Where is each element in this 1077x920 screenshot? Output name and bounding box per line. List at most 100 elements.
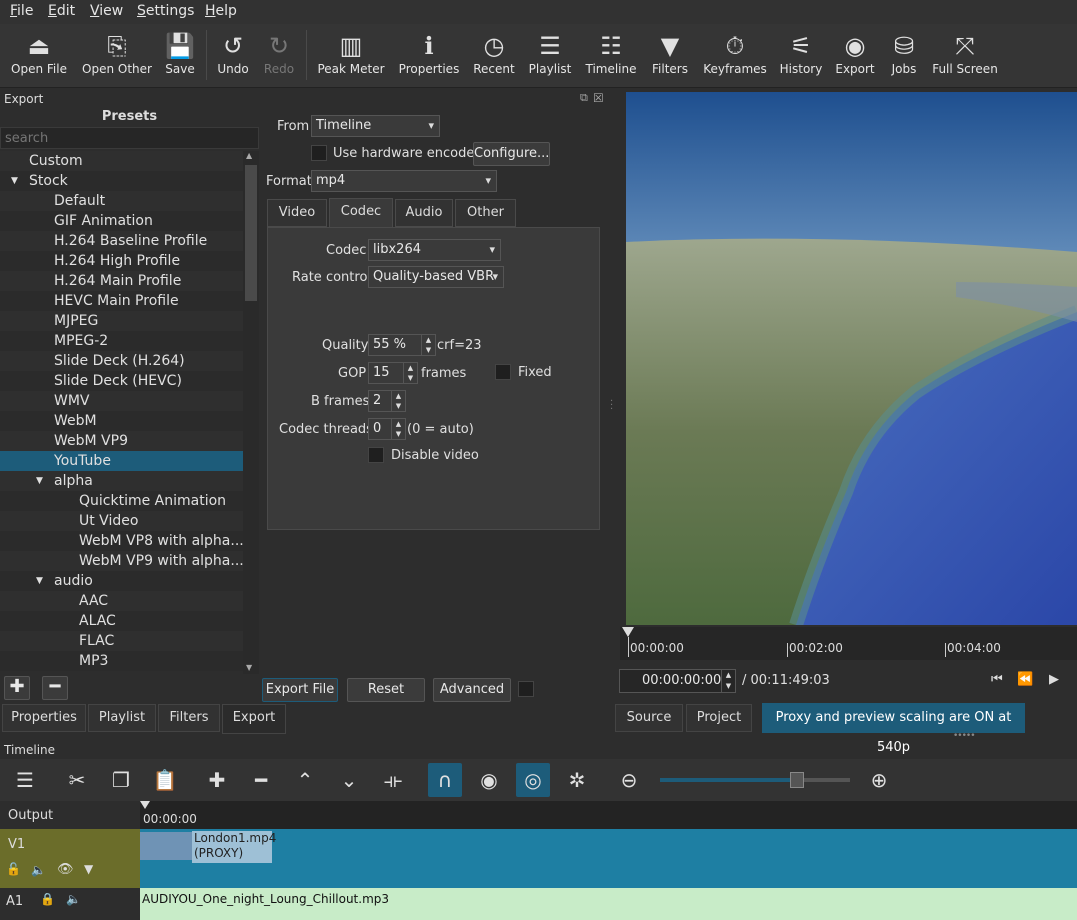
keyframes-button[interactable]: ⏱ Keyframes [700,30,770,76]
export-file-button[interactable]: Export File [262,678,338,702]
preset-item[interactable]: Ut Video [0,511,243,531]
timeline-menu-icon[interactable]: ☰ [8,763,42,797]
video-clip[interactable]: London1.mp4 (PROXY) [140,829,1077,888]
lift-icon[interactable]: ⌃ [288,763,322,797]
preset-item[interactable]: WebM VP9 with alpha... [0,551,243,571]
bframes-spinbox[interactable]: 2 ▲ ▼ [368,390,406,412]
remove-icon[interactable]: ━ [244,763,278,797]
preset-item[interactable]: Default [0,191,243,211]
format-select[interactable]: mp4 [311,170,497,192]
preset-item[interactable]: Custom [0,151,243,171]
cut-icon[interactable]: ✂ [60,763,94,797]
preset-item[interactable]: YouTube [0,451,243,471]
rewind-icon[interactable]: ⏪ [1017,672,1033,687]
preset-item[interactable]: H.264 Baseline Profile [0,231,243,251]
preset-item[interactable]: GIF Animation [0,211,243,231]
spin-arrows-icon[interactable]: ▲ ▼ [421,335,435,355]
tab-source[interactable]: Source [615,704,683,732]
zoom-slider[interactable] [660,772,850,788]
hide-eye-icon[interactable]: 👁 [57,862,74,877]
preset-item[interactable]: H.264 Main Profile [0,271,243,291]
preset-item[interactable]: WebM [0,411,243,431]
add-preset-button[interactable]: ✚ [4,676,30,700]
dock-resize-handle[interactable]: ••••• [953,731,976,741]
ripple-all-icon[interactable]: ✲ [560,763,594,797]
preset-item[interactable]: WMV [0,391,243,411]
ripple-icon[interactable]: ◎ [516,763,550,797]
preset-item[interactable]: MP3 [0,651,243,671]
preset-item[interactable]: MPEG-2 [0,331,243,351]
save-button[interactable]: 💾 Save [160,30,200,76]
zoom-slider-thumb[interactable] [789,772,804,788]
disable-video-checkbox[interactable] [368,447,384,463]
fixed-gop-checkbox[interactable] [495,364,511,380]
timeline-playhead-icon[interactable] [140,801,150,809]
mute-icon[interactable]: 🔈 [31,863,46,877]
menu-file[interactable]: File [10,3,33,19]
preset-item[interactable]: AAC [0,591,243,611]
reset-button[interactable]: Reset [347,678,425,702]
configure-button[interactable]: Configure... [473,142,550,166]
preset-item[interactable]: MJPEG [0,311,243,331]
menu-help[interactable]: Help [205,3,237,19]
spin-arrows-icon[interactable]: ▲ ▼ [391,419,405,439]
split-icon[interactable]: ⟛ [376,763,410,797]
preset-item[interactable]: Slide Deck (HEVC) [0,371,243,391]
zoom-out-icon[interactable]: ⊖ [612,763,646,797]
preset-item[interactable]: ▼ alpha [0,471,243,491]
advanced-checkbox[interactable] [518,681,534,697]
append-icon[interactable]: ✚ [200,763,234,797]
threads-spinbox[interactable]: 0 ▲ ▼ [368,418,406,440]
filter-icon[interactable]: ▼ [84,862,93,876]
tab-export[interactable]: Export [222,704,286,734]
panel-float-icon[interactable]: ⧉ [580,91,588,105]
scroll-down-icon[interactable]: ▼ [246,663,252,672]
undo-button[interactable]: ↺ Undo [214,30,252,76]
preset-item[interactable]: ALAC [0,611,243,631]
menu-edit[interactable]: Edit [48,3,75,19]
playhead-icon[interactable] [622,627,634,637]
scrub-eye-icon[interactable]: ◉ [472,763,506,797]
open-other-button[interactable]: ⎘ Open Other [80,30,154,76]
paste-icon[interactable]: 📋 [148,763,182,797]
properties-button[interactable]: ℹ Properties [396,30,462,76]
gop-spinbox[interactable]: 15 ▲ ▼ [368,362,418,384]
mute-icon[interactable]: 🔈 [66,892,81,906]
expand-arrow-icon[interactable]: ▼ [11,171,18,191]
preset-item[interactable]: ▼ audio [0,571,243,591]
preset-search-input[interactable] [0,127,259,149]
timeline-button[interactable]: ☷ Timeline [582,30,640,76]
tab-other[interactable]: Other [455,199,516,227]
redo-button[interactable]: ↻ Redo [260,30,298,76]
player-ruler[interactable]: 00:00:00 00:02:00 00:04:00 [620,627,1077,660]
tab-codec[interactable]: Codec [329,198,393,228]
spin-arrows-icon[interactable]: ▲ ▼ [403,363,417,383]
lock-icon[interactable]: 🔒 [40,892,55,906]
preset-item[interactable]: H.264 High Profile [0,251,243,271]
lock-icon[interactable]: 🔓 [6,862,21,876]
presets-tree[interactable]: Custom ▼ Stock Default GIF Animation H.264 Ba… [0,151,243,671]
preset-item[interactable]: FLAC [0,631,243,651]
preset-item[interactable]: HEVC Main Profile [0,291,243,311]
tab-audio[interactable]: Audio [395,199,453,227]
menu-view[interactable]: View [90,3,123,19]
playlist-button[interactable]: ☰ Playlist [526,30,574,76]
full-screen-button[interactable]: ⤧ Full Screen [930,30,1000,76]
copy-icon[interactable]: ❐ [104,763,138,797]
history-button[interactable]: ⚟ History [778,30,824,76]
play-icon[interactable]: ▶ [1049,672,1059,687]
quality-spinbox[interactable]: 55 % ▲ ▼ [368,334,436,356]
spin-arrows-icon[interactable]: ▲ ▼ [721,670,735,692]
advanced-button[interactable]: Advanced [433,678,511,702]
preset-item[interactable]: WebM VP9 [0,431,243,451]
export-button[interactable]: ◉ Export [832,30,878,76]
menu-settings[interactable]: Settings [137,3,194,19]
preset-item[interactable]: WebM VP8 with alpha... [0,531,243,551]
expand-arrow-icon[interactable]: ▼ [36,471,43,491]
tab-video[interactable]: Video [267,199,327,227]
timecode-position[interactable]: 00:00:00:00 ▲ ▼ [619,669,736,693]
preset-item[interactable]: Quicktime Animation [0,491,243,511]
tab-filters[interactable]: Filters [158,704,220,732]
rate-control-select[interactable]: Quality-based VBR [368,266,504,288]
open-file-button[interactable]: ⏏ Open File [10,30,68,76]
